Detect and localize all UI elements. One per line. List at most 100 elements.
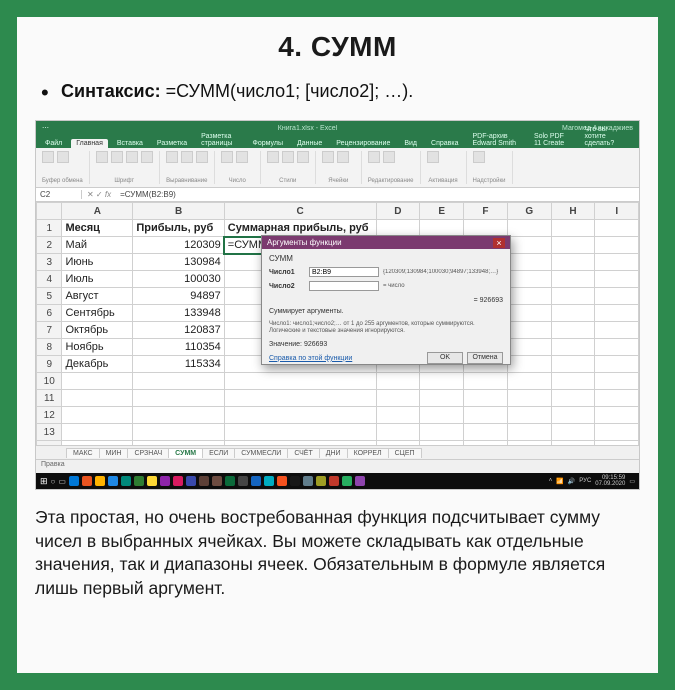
formula-input[interactable]: =СУММ(B2:B9)	[116, 190, 639, 199]
taskbar-app-icon[interactable]	[186, 476, 196, 486]
taskbar-app-icon[interactable]	[251, 476, 261, 486]
cell[interactable]	[133, 424, 224, 441]
cell[interactable]	[507, 322, 551, 339]
cell[interactable]	[507, 220, 551, 237]
cell[interactable]	[551, 271, 595, 288]
ribbon-tab[interactable]: Справка	[426, 139, 463, 148]
cell[interactable]	[595, 220, 639, 237]
taskbar-app-icon[interactable]	[69, 476, 79, 486]
taskbar-app-icon[interactable]	[264, 476, 274, 486]
row-header[interactable]: 10	[37, 373, 62, 390]
cell[interactable]	[376, 390, 420, 407]
taskbar-app-icon[interactable]	[95, 476, 105, 486]
cell[interactable]	[420, 407, 464, 424]
cell[interactable]	[420, 373, 464, 390]
ribbon-button[interactable]	[337, 151, 349, 163]
cell[interactable]	[595, 305, 639, 322]
col-header[interactable]: G	[507, 203, 551, 220]
ribbon-tab[interactable]: Solo PDF 11 Create	[529, 132, 576, 148]
taskbar-app-icon[interactable]	[173, 476, 183, 486]
sheet-tab[interactable]: СЧЁТ	[287, 448, 319, 458]
dialog-titlebar[interactable]: Аргументы функции ×	[262, 236, 510, 249]
col-header[interactable]: F	[464, 203, 508, 220]
sheet-tab[interactable]: ДНИ	[319, 448, 348, 458]
cell[interactable]	[595, 288, 639, 305]
cell[interactable]	[595, 407, 639, 424]
cell[interactable]: 120309	[133, 237, 224, 254]
cell[interactable]	[595, 424, 639, 441]
row-header[interactable]: 2	[37, 237, 62, 254]
arg1-input[interactable]	[309, 267, 379, 277]
cell[interactable]	[420, 424, 464, 441]
taskbar-app-icon[interactable]	[277, 476, 287, 486]
cell[interactable]	[464, 220, 508, 237]
ribbon-button[interactable]	[96, 151, 108, 163]
col-header[interactable]: E	[420, 203, 464, 220]
row-header[interactable]: 7	[37, 322, 62, 339]
ribbon-button[interactable]	[57, 151, 69, 163]
cell[interactable]	[507, 390, 551, 407]
cell[interactable]	[62, 373, 133, 390]
cell[interactable]	[464, 407, 508, 424]
ribbon-button[interactable]	[368, 151, 380, 163]
taskview-icon[interactable]: ▭	[58, 477, 66, 486]
cell[interactable]: Май	[62, 237, 133, 254]
col-header[interactable]: I	[595, 203, 639, 220]
cell[interactable]	[376, 373, 420, 390]
ribbon-button[interactable]	[126, 151, 138, 163]
row-header[interactable]: 6	[37, 305, 62, 322]
cell[interactable]	[507, 356, 551, 373]
ribbon-button[interactable]	[427, 151, 439, 163]
cell[interactable]: Месяц	[62, 220, 133, 237]
cell[interactable]: Октябрь	[62, 322, 133, 339]
ribbon-tab-home[interactable]: Главная	[71, 139, 108, 148]
notifications-icon[interactable]: ▭	[629, 478, 635, 485]
cell[interactable]: 130984	[133, 254, 224, 271]
taskbar-app-icon[interactable]	[342, 476, 352, 486]
cell[interactable]	[62, 424, 133, 441]
taskbar-app-icon[interactable]	[303, 476, 313, 486]
row-header[interactable]: 5	[37, 288, 62, 305]
cell[interactable]	[551, 288, 595, 305]
sheet-tab[interactable]: МИН	[99, 448, 129, 458]
ribbon-tab[interactable]: Разметка	[152, 139, 192, 148]
sheet-tab[interactable]: СРЗНАЧ	[127, 448, 169, 458]
row-header[interactable]: 13	[37, 424, 62, 441]
tray-sound-icon[interactable]: 🔊	[568, 478, 575, 485]
cell[interactable]	[464, 373, 508, 390]
cell[interactable]: 110354	[133, 339, 224, 356]
function-arguments-dialog[interactable]: Аргументы функции × СУММ Число1 {120309;…	[261, 235, 511, 365]
taskbar-app-icon[interactable]	[355, 476, 365, 486]
cell[interactable]	[464, 424, 508, 441]
cell[interactable]: Июнь	[62, 254, 133, 271]
cell[interactable]	[133, 407, 224, 424]
taskbar-app-icon[interactable]	[121, 476, 131, 486]
search-icon[interactable]: ○	[51, 477, 56, 486]
clock[interactable]: 09:15:59 07.09.2020	[595, 475, 625, 487]
close-icon[interactable]: ×	[493, 238, 505, 248]
tray-chevron-icon[interactable]: ˄	[549, 478, 553, 484]
taskbar-app-icon[interactable]	[225, 476, 235, 486]
row-header[interactable]: 8	[37, 339, 62, 356]
ribbon-tab[interactable]: Вид	[399, 139, 422, 148]
cell[interactable]	[551, 373, 595, 390]
cell[interactable]: 100030	[133, 271, 224, 288]
cell[interactable]	[551, 305, 595, 322]
sheet-tab[interactable]: ЕСЛИ	[202, 448, 235, 458]
tray-lang[interactable]: РУС	[579, 478, 591, 484]
cell[interactable]	[224, 390, 376, 407]
cell[interactable]	[62, 407, 133, 424]
ribbon-button[interactable]	[181, 151, 193, 163]
cancel-button[interactable]: Отмена	[467, 352, 503, 364]
taskbar-app-icon[interactable]	[329, 476, 339, 486]
ribbon-tab[interactable]: Рецензирование	[331, 139, 395, 148]
ribbon-button[interactable]	[196, 151, 208, 163]
cell[interactable]	[551, 237, 595, 254]
sheet-tab[interactable]: КОРРЕЛ	[347, 448, 389, 458]
ribbon-tab[interactable]: Данные	[292, 139, 327, 148]
cell[interactable]: Ноябрь	[62, 339, 133, 356]
cell[interactable]	[551, 390, 595, 407]
cell[interactable]	[507, 373, 551, 390]
cell[interactable]: 94897	[133, 288, 224, 305]
ribbon-button[interactable]	[322, 151, 334, 163]
